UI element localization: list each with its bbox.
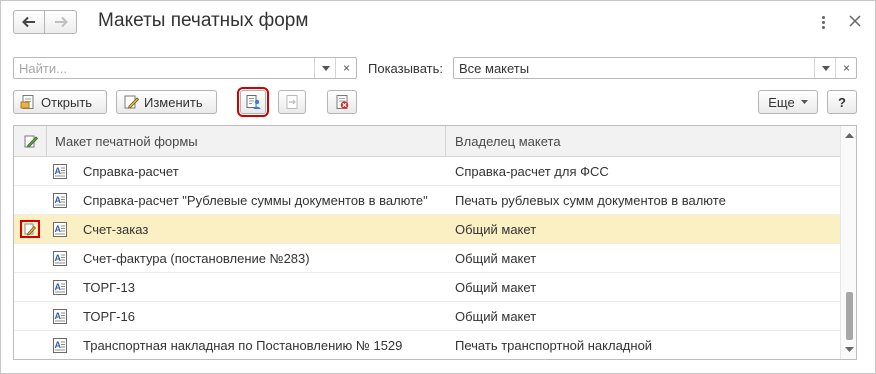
spreadsheet-template-icon: A xyxy=(53,193,67,208)
more-vertical-icon[interactable] xyxy=(816,13,830,31)
template-name-cell: Счет-фактура (постановление №283) xyxy=(83,250,310,266)
chevron-down-icon xyxy=(800,100,808,104)
window-title: Макеты печатных форм xyxy=(98,10,309,31)
show-filter-label: Показывать: xyxy=(368,61,443,76)
arrow-right-icon xyxy=(54,16,68,28)
svg-text:A: A xyxy=(55,166,62,176)
delete-template-button[interactable] xyxy=(327,90,357,114)
scrollbar-thumb[interactable] xyxy=(846,292,853,340)
template-name-cell: ТОРГ-16 xyxy=(83,308,135,324)
more-button[interactable]: Еще xyxy=(758,90,818,114)
chevron-down-icon xyxy=(321,65,330,71)
svg-text:A: A xyxy=(55,282,62,292)
template-owner-cell: Общий макет xyxy=(455,279,537,295)
svg-text:A: A xyxy=(55,195,62,205)
template-owner-cell: Общий макет xyxy=(455,221,537,237)
help-button-label: ? xyxy=(838,94,846,110)
spreadsheet-template-icon: A xyxy=(53,164,67,179)
template-name-cell: Справка-расчет xyxy=(83,163,179,179)
template-owner-cell: Общий макет xyxy=(455,308,537,324)
table-header: Макет печатной формы Владелец макета xyxy=(14,126,840,157)
chevron-down-icon xyxy=(821,65,830,71)
template-owner-cell: Печать транспортной накладной xyxy=(455,337,653,353)
vertical-scrollbar[interactable] xyxy=(840,126,856,359)
open-button[interactable]: Открыть xyxy=(13,90,107,114)
arrow-left-icon xyxy=(22,16,35,28)
spreadsheet-template-icon: A xyxy=(53,309,67,324)
open-document-icon xyxy=(20,95,34,109)
templates-window: Макеты печатных форм × Показывать: × Отк… xyxy=(0,0,876,374)
table-row[interactable]: A Счет-фактура (постановление №283) Общий … xyxy=(14,244,840,273)
use-modified-template-icon xyxy=(246,95,261,109)
edit-button-label: Изменить xyxy=(144,94,203,110)
spreadsheet-template-icon: A xyxy=(53,280,67,295)
use-modified-template-button[interactable] xyxy=(237,87,269,117)
open-button-label: Открыть xyxy=(41,94,93,110)
template-owner-cell: Справка-расчет для ФСС xyxy=(455,163,609,179)
filter-select[interactable]: × xyxy=(453,57,857,79)
table-row[interactable]: A Счет-заказ Общий макет xyxy=(14,215,840,244)
delete-template-icon xyxy=(336,95,349,109)
svg-text:A: A xyxy=(55,253,62,263)
filter-dropdown-button[interactable] xyxy=(814,58,836,78)
spreadsheet-template-icon: A xyxy=(53,338,67,353)
search-field[interactable]: × xyxy=(13,57,357,79)
template-name-cell: Справка-расчет "Рублевые суммы документо… xyxy=(83,192,428,208)
modified-pencil-icon xyxy=(20,220,40,238)
edit-button[interactable]: Изменить xyxy=(116,90,217,114)
scroll-up-icon[interactable] xyxy=(845,132,854,140)
template-owner-cell: Печать рублевых сумм документов в валюте xyxy=(455,192,726,208)
spreadsheet-template-icon: A xyxy=(53,222,67,237)
column-header-owner[interactable]: Владелец макета xyxy=(455,126,561,156)
table-row[interactable]: A Справка-расчет Справка-расчет для ФСС xyxy=(14,157,840,186)
use-standard-template-icon xyxy=(286,95,298,109)
svg-text:A: A xyxy=(55,311,62,321)
search-input[interactable] xyxy=(14,58,314,78)
table-row[interactable]: A ТОРГ-13 Общий макет xyxy=(14,273,840,302)
edit-pencil-icon xyxy=(24,135,39,148)
template-name-cell: Транспортная накладная по Постановлению … xyxy=(83,337,403,353)
close-icon[interactable] xyxy=(846,12,864,30)
search-clear-button[interactable]: × xyxy=(335,58,357,78)
more-button-label: Еще xyxy=(768,94,795,110)
forward-button[interactable] xyxy=(45,10,77,34)
back-button[interactable] xyxy=(13,10,45,34)
edit-pencil-icon xyxy=(124,95,139,109)
edit-status-column-header[interactable] xyxy=(22,126,40,156)
spreadsheet-template-icon: A xyxy=(53,251,67,266)
svg-text:A: A xyxy=(55,340,62,350)
template-owner-cell: Общий макет xyxy=(455,250,537,266)
search-dropdown-button[interactable] xyxy=(314,58,336,78)
table-row[interactable]: A ТОРГ-16 Общий макет xyxy=(14,302,840,331)
templates-table: Макет печатной формы Владелец макета A Сп… xyxy=(13,125,857,360)
svg-text:A: A xyxy=(55,224,62,234)
help-button[interactable]: ? xyxy=(827,90,857,114)
use-standard-template-button[interactable] xyxy=(278,90,306,114)
table-row[interactable]: A Справка-расчет "Рублевые суммы документ… xyxy=(14,186,840,215)
scroll-down-icon[interactable] xyxy=(845,345,854,353)
filter-value[interactable] xyxy=(454,58,814,78)
template-name-cell: ТОРГ-13 xyxy=(83,279,135,295)
column-header-template-name[interactable]: Макет печатной формы xyxy=(55,126,198,156)
filter-clear-button[interactable]: × xyxy=(835,58,857,78)
template-name-cell: Счет-заказ xyxy=(83,221,149,237)
table-row[interactable]: A Транспортная накладная по Постановлению… xyxy=(14,331,840,359)
